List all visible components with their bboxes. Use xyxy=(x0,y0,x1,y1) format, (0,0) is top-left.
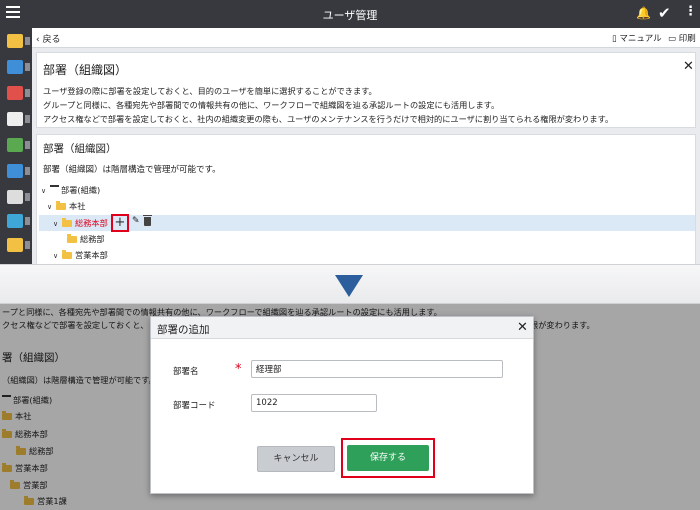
print-label: 印刷 xyxy=(678,34,696,44)
close-icon[interactable]: ✕ xyxy=(517,320,528,335)
back-link[interactable]: ‹ 戻る xyxy=(36,32,60,45)
org-tree-card: 部署（組織図） 部署（組織図）は階層構造で管理が可能です。 ∨ 部署(組織) ∨ 本… xyxy=(36,134,696,264)
cancel-button[interactable]: キャンセル xyxy=(257,446,335,472)
calendar-icon[interactable] xyxy=(7,112,30,126)
home-icon[interactable] xyxy=(7,34,30,48)
department-name-label: 部署名 xyxy=(173,367,199,377)
required-mark: * xyxy=(235,362,242,377)
chevron-down-icon[interactable]: ∨ xyxy=(53,249,62,263)
tree-node-soumu[interactable]: ∨ 総務本部 xyxy=(53,216,108,230)
tree-node-soumubu[interactable]: 総務部 xyxy=(67,232,105,246)
save-button[interactable]: 保存する xyxy=(347,445,429,471)
close-icon[interactable]: ✕ xyxy=(683,59,694,74)
tree-node-label: 本社 xyxy=(69,201,86,211)
step-separator xyxy=(0,264,700,304)
app-title: ユーザ管理 xyxy=(322,9,378,22)
info-card: 部署（組織図） ✕ ユーザ登録の際に部署を設定しておくと、目的のユーザを簡単に選… xyxy=(36,52,696,128)
back-label: 戻る xyxy=(42,35,61,45)
section-description: 部署（組織図）は階層構造で管理が可能です。 xyxy=(43,165,221,175)
print-link[interactable]: ▭ 印刷 xyxy=(668,32,696,44)
info-line: ユーザ登録の際に部署を設定しておくと、目的のユーザを簡単に選択することができます… xyxy=(43,86,377,96)
department-code-label: 部署コード xyxy=(173,401,216,411)
info-line: アクセス権などで部署を設定しておくと、社内の組織変更の際も、ユーザのメンテナンス… xyxy=(43,114,614,124)
dialog-header: 部署の追加 ✕ xyxy=(151,317,533,339)
tree-node-label: 部署(組織) xyxy=(61,185,101,195)
department-code-input[interactable] xyxy=(251,394,377,412)
tree-node-eigyo[interactable]: ∨ 営業本部 xyxy=(53,248,108,262)
bell-icon[interactable]: 🔔 xyxy=(636,6,651,20)
tree-node-label: 総務部 xyxy=(80,234,105,244)
folder-icon xyxy=(62,218,72,227)
chat-icon[interactable] xyxy=(7,214,30,228)
manual-link[interactable]: ▯ マニュアル xyxy=(612,32,662,44)
mail-icon[interactable] xyxy=(7,86,30,100)
chevron-down-icon[interactable]: ∨ xyxy=(53,217,62,231)
tree-node-root[interactable]: ∨ 部署(組織) xyxy=(41,183,100,197)
folder-icon xyxy=(62,250,72,259)
section-title: 部署（組織図） xyxy=(43,143,117,155)
checkmark-icon[interactable]: ✔ xyxy=(658,4,671,22)
org-chart-icon xyxy=(50,185,59,194)
department-name-input[interactable] xyxy=(251,360,503,378)
app-bar: ユーザ管理 🔔 ✔ ⋮ xyxy=(0,0,700,28)
down-arrow-icon xyxy=(335,275,363,297)
chevron-down-icon[interactable]: ∨ xyxy=(41,184,50,198)
tree-node-label: 総務本部 xyxy=(75,218,108,228)
manual-label: マニュアル xyxy=(619,34,662,44)
folder-icon xyxy=(56,201,66,210)
sidebar-rail xyxy=(0,28,32,264)
page-title: 部署（組織図） xyxy=(43,63,128,77)
folder-icon xyxy=(67,234,77,243)
person-icon[interactable] xyxy=(7,164,30,178)
tree-node-label: 営業本部 xyxy=(75,250,108,260)
add-child-button[interactable]: + xyxy=(111,214,129,232)
trash-icon[interactable] xyxy=(143,215,152,226)
dialog-title: 部署の追加 xyxy=(157,324,210,336)
folder-icon[interactable] xyxy=(7,238,30,252)
info-line: グループと同様に、各種宛先や部署間での情報共有の他に、ワークフローで組織図を辿る… xyxy=(43,100,500,110)
database-icon[interactable] xyxy=(7,60,30,74)
document-icon[interactable] xyxy=(7,190,30,204)
add-department-dialog: 部署の追加 ✕ 部署名 * 部署コード キャンセル 保存する xyxy=(150,316,534,494)
tree-node-honsha[interactable]: ∨ 本社 xyxy=(47,199,85,213)
pencil-icon[interactable]: ✎ xyxy=(132,216,140,226)
chevron-down-icon[interactable]: ∨ xyxy=(47,200,56,214)
more-vertical-icon[interactable]: ⋮ xyxy=(684,4,697,19)
checklist-icon[interactable] xyxy=(7,138,30,152)
sub-toolbar: ‹ 戻る ▯ マニュアル ▭ 印刷 xyxy=(32,28,700,48)
main-content: ‹ 戻る ▯ マニュアル ▭ 印刷 部署（組織図） ✕ ユーザ登録の際に部署を設… xyxy=(32,28,700,264)
